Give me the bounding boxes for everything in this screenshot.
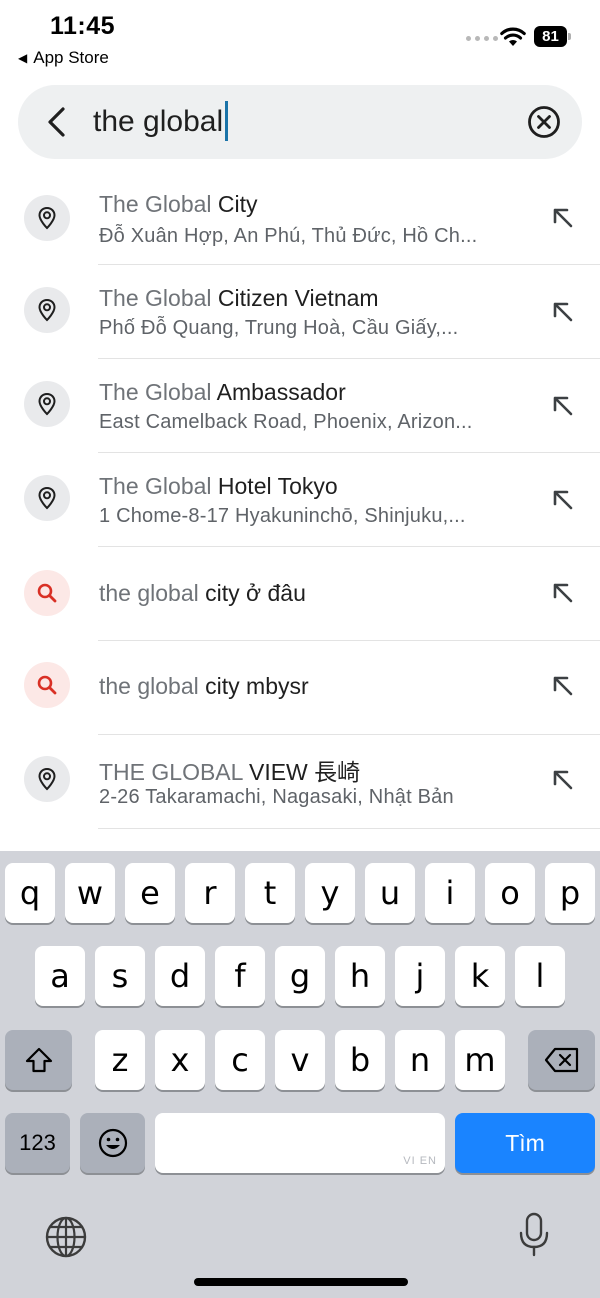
place-pin-icon (24, 756, 70, 802)
key-e[interactable]: e (125, 863, 175, 923)
battery-level: 81 (534, 26, 567, 47)
key-w[interactable]: w (65, 863, 115, 923)
key-b[interactable]: b (335, 1030, 385, 1090)
key-d[interactable]: d (155, 946, 205, 1006)
suggestion-item[interactable]: The Global Hotel Tokyo 1 Chome-8-17 Hyak… (0, 453, 600, 547)
suggestion-subtitle: East Camelback Road, Phoenix, Arizon... (99, 411, 473, 433)
shift-key[interactable] (5, 1030, 72, 1090)
key-f[interactable]: f (215, 946, 265, 1006)
divider (98, 828, 600, 829)
fill-query-arrow-icon[interactable] (550, 487, 576, 513)
key-s[interactable]: s (95, 946, 145, 1006)
suggestion-item[interactable]: the global city mbysr (0, 641, 600, 735)
key-x[interactable]: x (155, 1030, 205, 1090)
emoji-icon (98, 1128, 127, 1158)
key-o[interactable]: o (485, 863, 535, 923)
suggestion-subtitle: 1 Chome-8-17 Hyakuninchō, Shinjuku,... (99, 505, 466, 527)
wifi-icon (500, 27, 526, 46)
place-pin-icon (24, 287, 70, 333)
key-j[interactable]: j (395, 946, 445, 1006)
key-y[interactable]: y (305, 863, 355, 923)
key-v[interactable]: v (275, 1030, 325, 1090)
emoji-key[interactable] (80, 1113, 145, 1173)
microphone-icon[interactable] (516, 1211, 552, 1259)
suggestion-item[interactable]: THE GLOBAL VIEW 長崎 2-26 Takaramachi, Nag… (0, 735, 600, 829)
fill-query-arrow-icon[interactable] (550, 767, 576, 793)
status-time: 11:45 (50, 12, 116, 40)
key-a[interactable]: a (35, 946, 85, 1006)
key-z[interactable]: z (95, 1030, 145, 1090)
suggestion-subtitle: 2-26 Takaramachi, Nagasaki, Nhật Bản (99, 786, 454, 808)
suggestion-item[interactable]: The Global Ambassador East Camelback Roa… (0, 359, 600, 453)
key-q[interactable]: q (5, 863, 55, 923)
place-pin-icon (24, 381, 70, 427)
back-app-label: App Store (33, 48, 109, 67)
space-key[interactable]: VI EN (155, 1113, 445, 1173)
search-icon (24, 570, 70, 616)
numbers-key[interactable]: 123 (5, 1113, 70, 1173)
suggestion-title: THE GLOBAL VIEW 長崎 (99, 759, 361, 785)
suggestion-item[interactable]: The Global Citizen Vietnam Phố Đỗ Quang,… (0, 265, 600, 359)
fill-query-arrow-icon[interactable] (550, 393, 576, 419)
place-pin-icon (24, 475, 70, 521)
key-g[interactable]: g (275, 946, 325, 1006)
backspace-icon (544, 1047, 578, 1073)
key-p[interactable]: p (545, 863, 595, 923)
shift-icon (25, 1047, 52, 1073)
key-m[interactable]: m (455, 1030, 505, 1090)
key-u[interactable]: u (365, 863, 415, 923)
on-screen-keyboard: q w e r t y u i o p a s d f g h j k l z … (0, 851, 600, 1298)
space-language-hint: VI EN (403, 1155, 437, 1167)
fill-query-arrow-icon[interactable] (550, 205, 576, 231)
key-l[interactable]: l (515, 946, 565, 1006)
search-icon (24, 662, 70, 708)
home-indicator (194, 1278, 408, 1286)
clear-search-icon[interactable] (526, 104, 562, 140)
cellular-signal-icon (466, 36, 498, 41)
search-bar: the global (18, 85, 582, 159)
search-go-key[interactable]: Tìm (455, 1113, 595, 1173)
key-k[interactable]: k (455, 946, 505, 1006)
suggestion-title: The Global Hotel Tokyo (99, 473, 338, 499)
key-r[interactable]: r (185, 863, 235, 923)
key-c[interactable]: c (215, 1030, 265, 1090)
suggestion-subtitle: Đỗ Xuân Hợp, An Phú, Thủ Đức, Hồ Ch... (99, 225, 478, 247)
place-pin-icon (24, 195, 70, 241)
suggestion-item[interactable]: the global city ở đâu (0, 547, 600, 641)
search-query-text: the global (93, 105, 224, 138)
backspace-key[interactable] (528, 1030, 595, 1090)
search-input[interactable]: the global (93, 101, 229, 142)
fill-query-arrow-icon[interactable] (550, 673, 576, 699)
fill-query-arrow-icon[interactable] (550, 580, 576, 606)
back-arrow-icon[interactable] (40, 104, 76, 140)
suggestion-subtitle: Phố Đỗ Quang, Trung Hoà, Cầu Giấy,... (99, 317, 459, 339)
suggestion-title: The Global City (99, 191, 258, 217)
suggestion-item[interactable]: The Global City Đỗ Xuân Hợp, An Phú, Thủ… (0, 171, 600, 265)
key-h[interactable]: h (335, 946, 385, 1006)
suggestion-title: the global city ở đâu (99, 580, 306, 606)
back-triangle-icon: ◀ (18, 51, 28, 65)
back-to-app-store-link[interactable]: ◀ App Store (18, 48, 109, 68)
suggestion-title: the global city mbysr (99, 673, 309, 699)
text-caret (225, 101, 229, 142)
key-n[interactable]: n (395, 1030, 445, 1090)
suggestion-title: The Global Ambassador (99, 379, 346, 405)
suggestion-title: The Global Citizen Vietnam (99, 285, 379, 311)
key-t[interactable]: t (245, 863, 295, 923)
globe-icon[interactable] (44, 1215, 88, 1259)
fill-query-arrow-icon[interactable] (550, 299, 576, 325)
battery-icon: 81 (534, 26, 572, 48)
key-i[interactable]: i (425, 863, 475, 923)
status-bar: 11:45 ◀ App Store 81 (0, 0, 600, 80)
